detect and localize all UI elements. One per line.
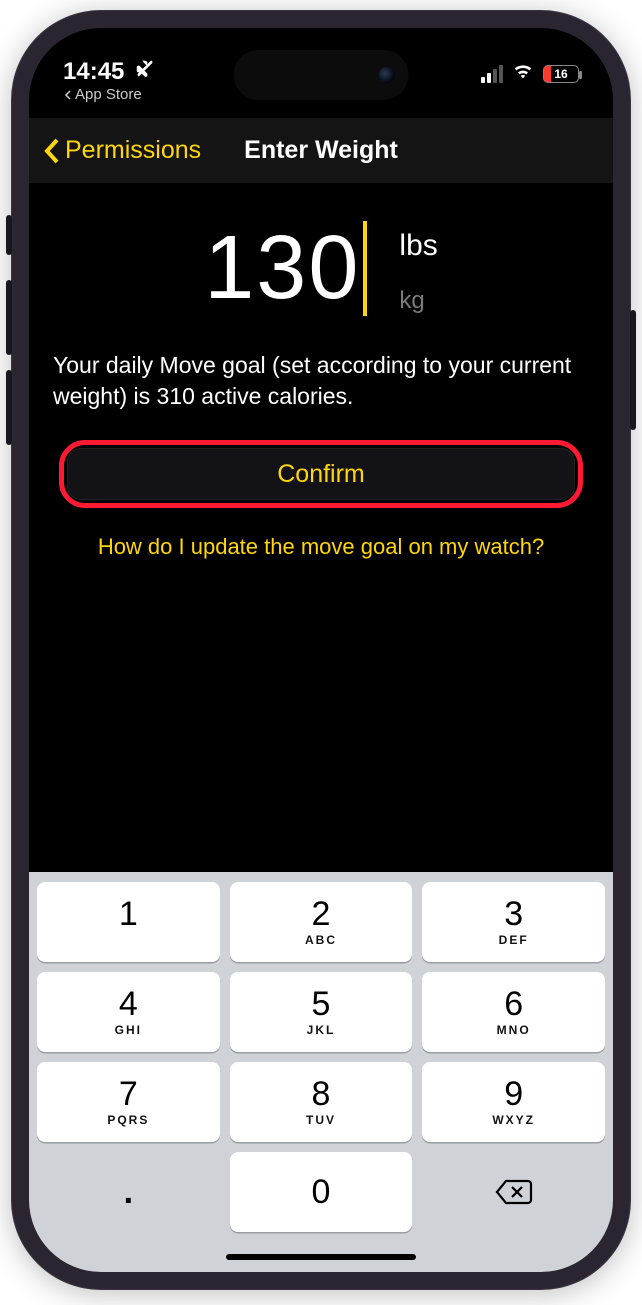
key-digit: 3 — [504, 897, 523, 931]
move-goal-description: Your daily Move goal (set according to y… — [53, 350, 589, 412]
key-7[interactable]: 7 PQRS — [37, 1062, 220, 1142]
key-0[interactable]: 0 — [230, 1152, 413, 1232]
weight-input[interactable]: 130 — [204, 217, 367, 320]
key-letters: ABC — [305, 933, 337, 947]
key-digit: 4 — [119, 987, 138, 1021]
battery-icon: 16 — [543, 65, 579, 83]
battery-percent: 16 — [544, 66, 578, 82]
key-digit: 7 — [119, 1077, 138, 1111]
page-title: Enter Weight — [244, 136, 398, 165]
dynamic-island — [234, 50, 409, 100]
front-camera — [379, 67, 395, 83]
key-9[interactable]: 9 WXYZ — [422, 1062, 605, 1142]
unit-lbs[interactable]: lbs — [399, 229, 437, 263]
cellular-signal-icon — [481, 65, 503, 83]
key-4[interactable]: 4 GHI — [37, 972, 220, 1052]
key-letters: DEF — [499, 933, 529, 947]
content: 130 lbs kg Your daily Move goal (set acc… — [29, 183, 613, 872]
key-letters: WXYZ — [492, 1113, 535, 1127]
confirm-highlight: Confirm — [59, 440, 583, 508]
mute-icon — [134, 58, 156, 85]
back-to-app[interactable]: App Store — [63, 87, 156, 103]
key-decimal[interactable]: . — [37, 1152, 220, 1232]
key-1[interactable]: 1 — [37, 882, 220, 962]
weight-entry: 130 lbs kg — [53, 217, 589, 320]
screen: 14:45 App Store — [29, 28, 613, 1272]
phone-frame: 14:45 App Store — [11, 10, 631, 1290]
home-indicator[interactable] — [226, 1254, 416, 1260]
status-time: 14:45 — [63, 59, 124, 84]
key-5[interactable]: 5 JKL — [230, 972, 413, 1052]
key-letters: MNO — [497, 1023, 531, 1037]
key-6[interactable]: 6 MNO — [422, 972, 605, 1052]
key-letters: PQRS — [107, 1113, 149, 1127]
back-to-app-label: App Store — [75, 87, 142, 103]
key-2[interactable]: 2 ABC — [230, 882, 413, 962]
key-3[interactable]: 3 DEF — [422, 882, 605, 962]
key-8[interactable]: 8 TUV — [230, 1062, 413, 1142]
numeric-keypad: 1 2 ABC 3 DEF 4 GHI 5 JKL 6 MNO 7 PQRS 8 TUV 9 WXYZ.0 — [29, 872, 613, 1272]
wifi-icon — [511, 58, 535, 89]
unit-kg[interactable]: kg — [399, 287, 437, 315]
backspace-key[interactable] — [422, 1152, 605, 1232]
nav-bar: Permissions Enter Weight — [29, 118, 613, 183]
key-letters: GHI — [115, 1023, 142, 1037]
text-cursor — [363, 221, 367, 316]
key-digit: 2 — [312, 897, 331, 931]
back-button[interactable]: Permissions — [43, 136, 201, 165]
back-button-label: Permissions — [65, 136, 201, 165]
help-link[interactable]: How do I update the move goal on my watc… — [53, 534, 589, 560]
key-digit: 5 — [312, 987, 331, 1021]
key-digit: 6 — [504, 987, 523, 1021]
key-digit: 1 — [119, 897, 138, 931]
key-letters: JKL — [307, 1023, 336, 1037]
weight-value: 130 — [204, 217, 360, 320]
key-digit: 9 — [504, 1077, 523, 1111]
key-digit: 8 — [312, 1077, 331, 1111]
key-letters: TUV — [306, 1113, 336, 1127]
confirm-button[interactable]: Confirm — [67, 448, 575, 500]
